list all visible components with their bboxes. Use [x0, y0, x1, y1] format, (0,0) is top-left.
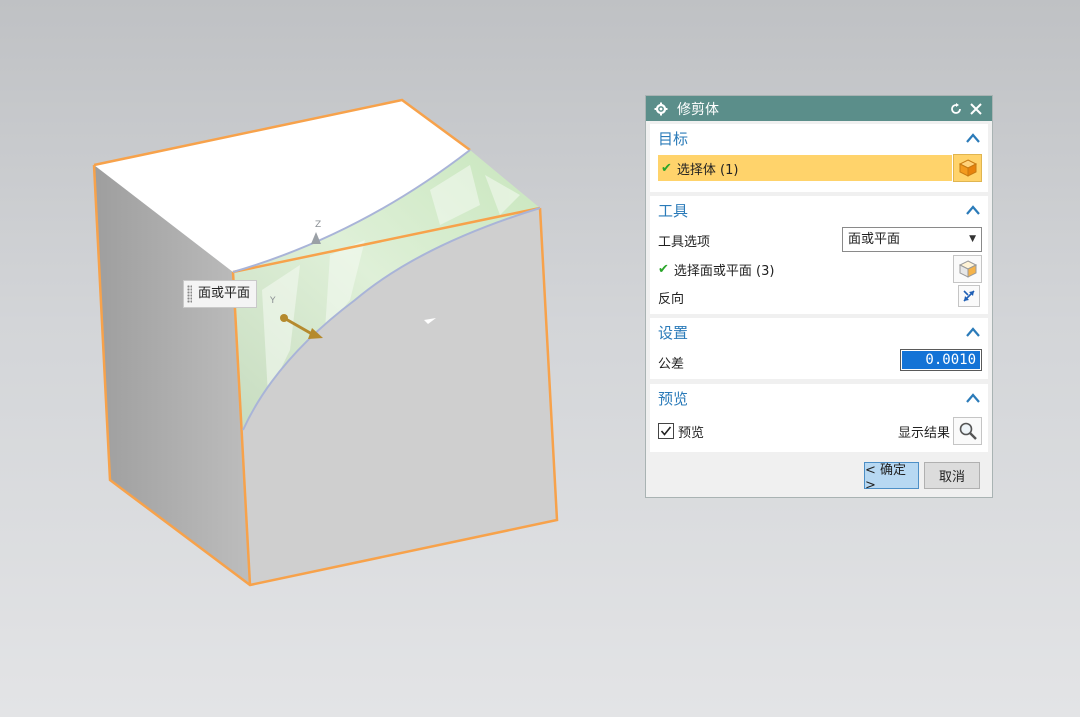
collapse-caret-icon[interactable]: [966, 327, 980, 337]
reverse-arrows-icon: [963, 290, 975, 302]
select-body-row[interactable]: ✔ 选择体 (1): [658, 155, 952, 181]
settings-group-header[interactable]: 设置: [650, 318, 988, 346]
tool-option-value: 面或平面: [848, 232, 901, 247]
drag-grip-icon[interactable]: [187, 285, 192, 303]
show-result-button[interactable]: [953, 417, 982, 445]
settings-header-label: 设置: [658, 323, 689, 342]
tool-option-row: 工具选项 面或平面 ▼: [658, 227, 982, 253]
select-face-button[interactable]: [953, 255, 982, 283]
select-body-label: 选择体 (1): [676, 162, 739, 178]
ok-button[interactable]: < 确定 >: [864, 462, 919, 493]
y-axis-label: Y: [269, 296, 276, 306]
trim-body-dialog: 修剪体 目标 ✔ 选择体 (1) 工具 工具选项 面或平面 ▼ ✔ 选择面或平面…: [645, 95, 993, 498]
tolerance-input[interactable]: 0.0010: [900, 349, 982, 371]
collapse-caret-icon[interactable]: [966, 205, 980, 215]
reverse-row: 反向: [658, 284, 982, 310]
chevron-down-icon: ▼: [969, 234, 976, 244]
preview-checkbox[interactable]: [658, 423, 674, 439]
select-body-button[interactable]: [953, 154, 982, 182]
tool-group-header[interactable]: 工具: [650, 196, 988, 224]
select-face-label: 选择面或平面 (3): [673, 263, 775, 279]
preview-header-label: 预览: [658, 389, 689, 408]
tool-option-dropdown[interactable]: 面或平面 ▼: [842, 227, 982, 252]
z-axis-label: Z: [315, 220, 321, 230]
tooltip-label: 面或平面: [198, 286, 251, 301]
cancel-button[interactable]: 取消: [924, 462, 980, 489]
reverse-label: 反向: [658, 291, 685, 307]
dialog-titlebar[interactable]: 修剪体: [646, 96, 992, 121]
check-icon: ✔: [658, 261, 669, 277]
settings-group: 设置 公差 0.0010: [650, 318, 988, 379]
close-icon[interactable]: [968, 101, 984, 117]
tolerance-label: 公差: [658, 356, 685, 372]
tolerance-row: 公差 0.0010: [658, 349, 982, 375]
face-cube-icon: [958, 260, 977, 278]
collapse-caret-icon[interactable]: [966, 393, 980, 403]
reset-icon[interactable]: [948, 101, 964, 117]
magnifier-icon: [959, 422, 977, 440]
target-header-label: 目标: [658, 129, 689, 148]
check-icon: ✔: [661, 160, 672, 176]
tool-header-label: 工具: [658, 201, 689, 220]
preview-group-header[interactable]: 预览: [650, 384, 988, 412]
target-group-header[interactable]: 目标: [650, 124, 988, 152]
select-face-row[interactable]: ✔ 选择面或平面 (3): [658, 256, 948, 282]
collapse-caret-icon[interactable]: [966, 133, 980, 143]
show-result-label: 显示结果: [897, 425, 950, 441]
preview-group: 预览 预览 显示结果: [650, 384, 988, 452]
tool-group: 工具 工具选项 面或平面 ▼ ✔ 选择面或平面 (3) 反向: [650, 196, 988, 314]
selection-tooltip: 面或平面: [183, 280, 258, 308]
tolerance-value: 0.0010: [902, 351, 980, 369]
gear-icon: [654, 102, 668, 115]
dialog-title: 修剪体: [677, 101, 719, 118]
preview-checkbox-label: 预览: [678, 425, 705, 441]
checkmark-icon: [660, 426, 672, 436]
reverse-direction-button[interactable]: [958, 285, 980, 307]
target-group: 目标 ✔ 选择体 (1): [650, 124, 988, 192]
show-result-row: 显示结果: [898, 418, 950, 444]
preview-checkbox-row[interactable]: 预览: [658, 418, 704, 444]
tool-option-label: 工具选项: [658, 234, 711, 250]
cube-icon: [958, 159, 977, 177]
